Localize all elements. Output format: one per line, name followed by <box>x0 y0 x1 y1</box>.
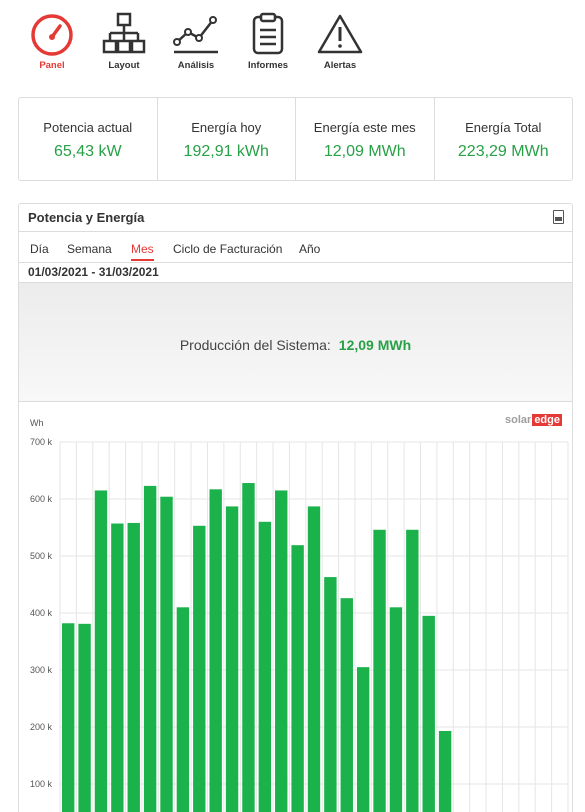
report-clipboard-icon <box>245 12 291 63</box>
kpi-panel: Potencia actual 65,43 kW Energía hoy 192… <box>18 97 573 181</box>
bar-day-14[interactable] <box>275 490 288 812</box>
bar-day-15[interactable] <box>291 545 304 812</box>
bar-day-11[interactable] <box>225 506 239 812</box>
nav-item-analysis[interactable]: Análisis <box>166 8 226 74</box>
nav-label-reports: Informes <box>247 60 289 71</box>
top-navigation: Panel Layout Análisis Informes Alertas <box>22 8 382 74</box>
kpi-label: Potencia actual <box>43 120 133 135</box>
energy-bar-chart: Wh 100 k 200 k 300 k 400 k 500 k 600 k 700 k <box>30 418 569 812</box>
bar-day-19[interactable] <box>356 667 370 812</box>
bar-day-23[interactable] <box>422 615 435 812</box>
tab-month[interactable]: Mes <box>131 242 154 261</box>
system-production-summary: Producción del Sistema: 12,09 MWh <box>19 282 572 402</box>
bar-day-2[interactable] <box>78 623 91 812</box>
bar-day-22[interactable] <box>406 529 419 812</box>
power-energy-panel: Potencia y Energía Día Semana Mes Ciclo … <box>18 203 573 812</box>
bar-day-4[interactable] <box>111 523 124 812</box>
nav-label-layout: Layout <box>108 60 140 71</box>
bar-day-1[interactable] <box>62 623 75 812</box>
tab-week[interactable]: Semana <box>67 242 112 259</box>
bar-day-12[interactable] <box>242 483 255 812</box>
bar-day-24[interactable] <box>438 730 452 812</box>
analysis-line-icon <box>171 12 221 63</box>
y-tick-label: 300 k <box>30 665 53 675</box>
kpi-value: 65,43 kW <box>53 143 122 160</box>
kpi-value: 192,91 kWh <box>183 143 269 160</box>
bar-day-10[interactable] <box>209 489 222 812</box>
gauge-icon <box>29 12 75 63</box>
bar-day-16[interactable] <box>307 506 321 812</box>
nav-item-layout[interactable]: Layout <box>94 8 154 74</box>
kpi-energy-total: Energía Total 223,29 MWh <box>435 98 573 180</box>
layout-tree-icon <box>101 12 147 63</box>
kpi-label: Energía hoy <box>191 120 262 135</box>
y-tick-label: 700 k <box>30 437 53 447</box>
y-tick-label: 200 k <box>30 722 53 732</box>
kpi-current-power: Potencia actual 65,43 kW <box>19 98 158 180</box>
y-tick-label: 400 k <box>30 608 53 618</box>
y-axis-label: Wh <box>30 418 44 428</box>
alert-triangle-icon <box>315 12 365 63</box>
y-tick-label: 100 k <box>30 779 53 789</box>
bar-day-8[interactable] <box>176 607 190 812</box>
nav-item-reports[interactable]: Informes <box>238 8 298 74</box>
nav-item-panel[interactable]: Panel <box>22 8 82 74</box>
panel-title: Potencia y Energía <box>28 210 145 225</box>
y-axis-ticks: 100 k 200 k 300 k 400 k 500 k 600 k 700 k <box>30 437 53 789</box>
bar-day-3[interactable] <box>94 490 108 812</box>
tab-day[interactable]: Día <box>30 242 49 259</box>
kpi-label: Energía Total <box>465 120 542 135</box>
panel-header: Potencia y Energía <box>19 204 572 232</box>
kpi-energy-today: Energía hoy 192,91 kWh <box>158 98 296 180</box>
y-tick-label: 600 k <box>30 494 53 504</box>
nav-item-alerts[interactable]: Alertas <box>310 8 370 74</box>
y-tick-label: 500 k <box>30 551 53 561</box>
bar-day-5[interactable] <box>127 522 140 812</box>
tab-year[interactable]: Año <box>299 242 320 259</box>
period-tabs: Día Semana Mes Ciclo de Facturación Año <box>19 233 572 263</box>
kpi-energy-month: Energía este mes 12,09 MWh <box>296 98 435 180</box>
summary-line: Producción del Sistema: 12,09 MWh <box>19 337 572 353</box>
bar-day-17[interactable] <box>324 577 337 812</box>
bar-day-13[interactable] <box>258 521 272 812</box>
summary-value: 12,09 MWh <box>338 337 412 353</box>
pdf-export-icon[interactable] <box>553 210 564 224</box>
tab-billing-cycle[interactable]: Ciclo de Facturación <box>173 242 282 259</box>
bar-day-18[interactable] <box>340 598 353 812</box>
bar-day-6[interactable] <box>143 485 157 812</box>
bar-day-20[interactable] <box>373 529 386 812</box>
date-range: 01/03/2021 - 31/03/2021 <box>28 265 159 279</box>
kpi-value: 223,29 MWh <box>457 143 549 160</box>
nav-label-analysis: Análisis <box>177 60 215 71</box>
summary-label: Producción del Sistema: <box>179 337 331 353</box>
kpi-value: 12,09 MWh <box>323 143 406 160</box>
kpi-label: Energía este mes <box>313 120 416 135</box>
nav-label-alerts: Alertas <box>323 60 357 71</box>
bar-day-9[interactable] <box>193 525 206 812</box>
bar-day-7[interactable] <box>160 496 173 812</box>
bar-day-21[interactable] <box>389 607 403 812</box>
nav-label-panel: Panel <box>39 60 65 71</box>
